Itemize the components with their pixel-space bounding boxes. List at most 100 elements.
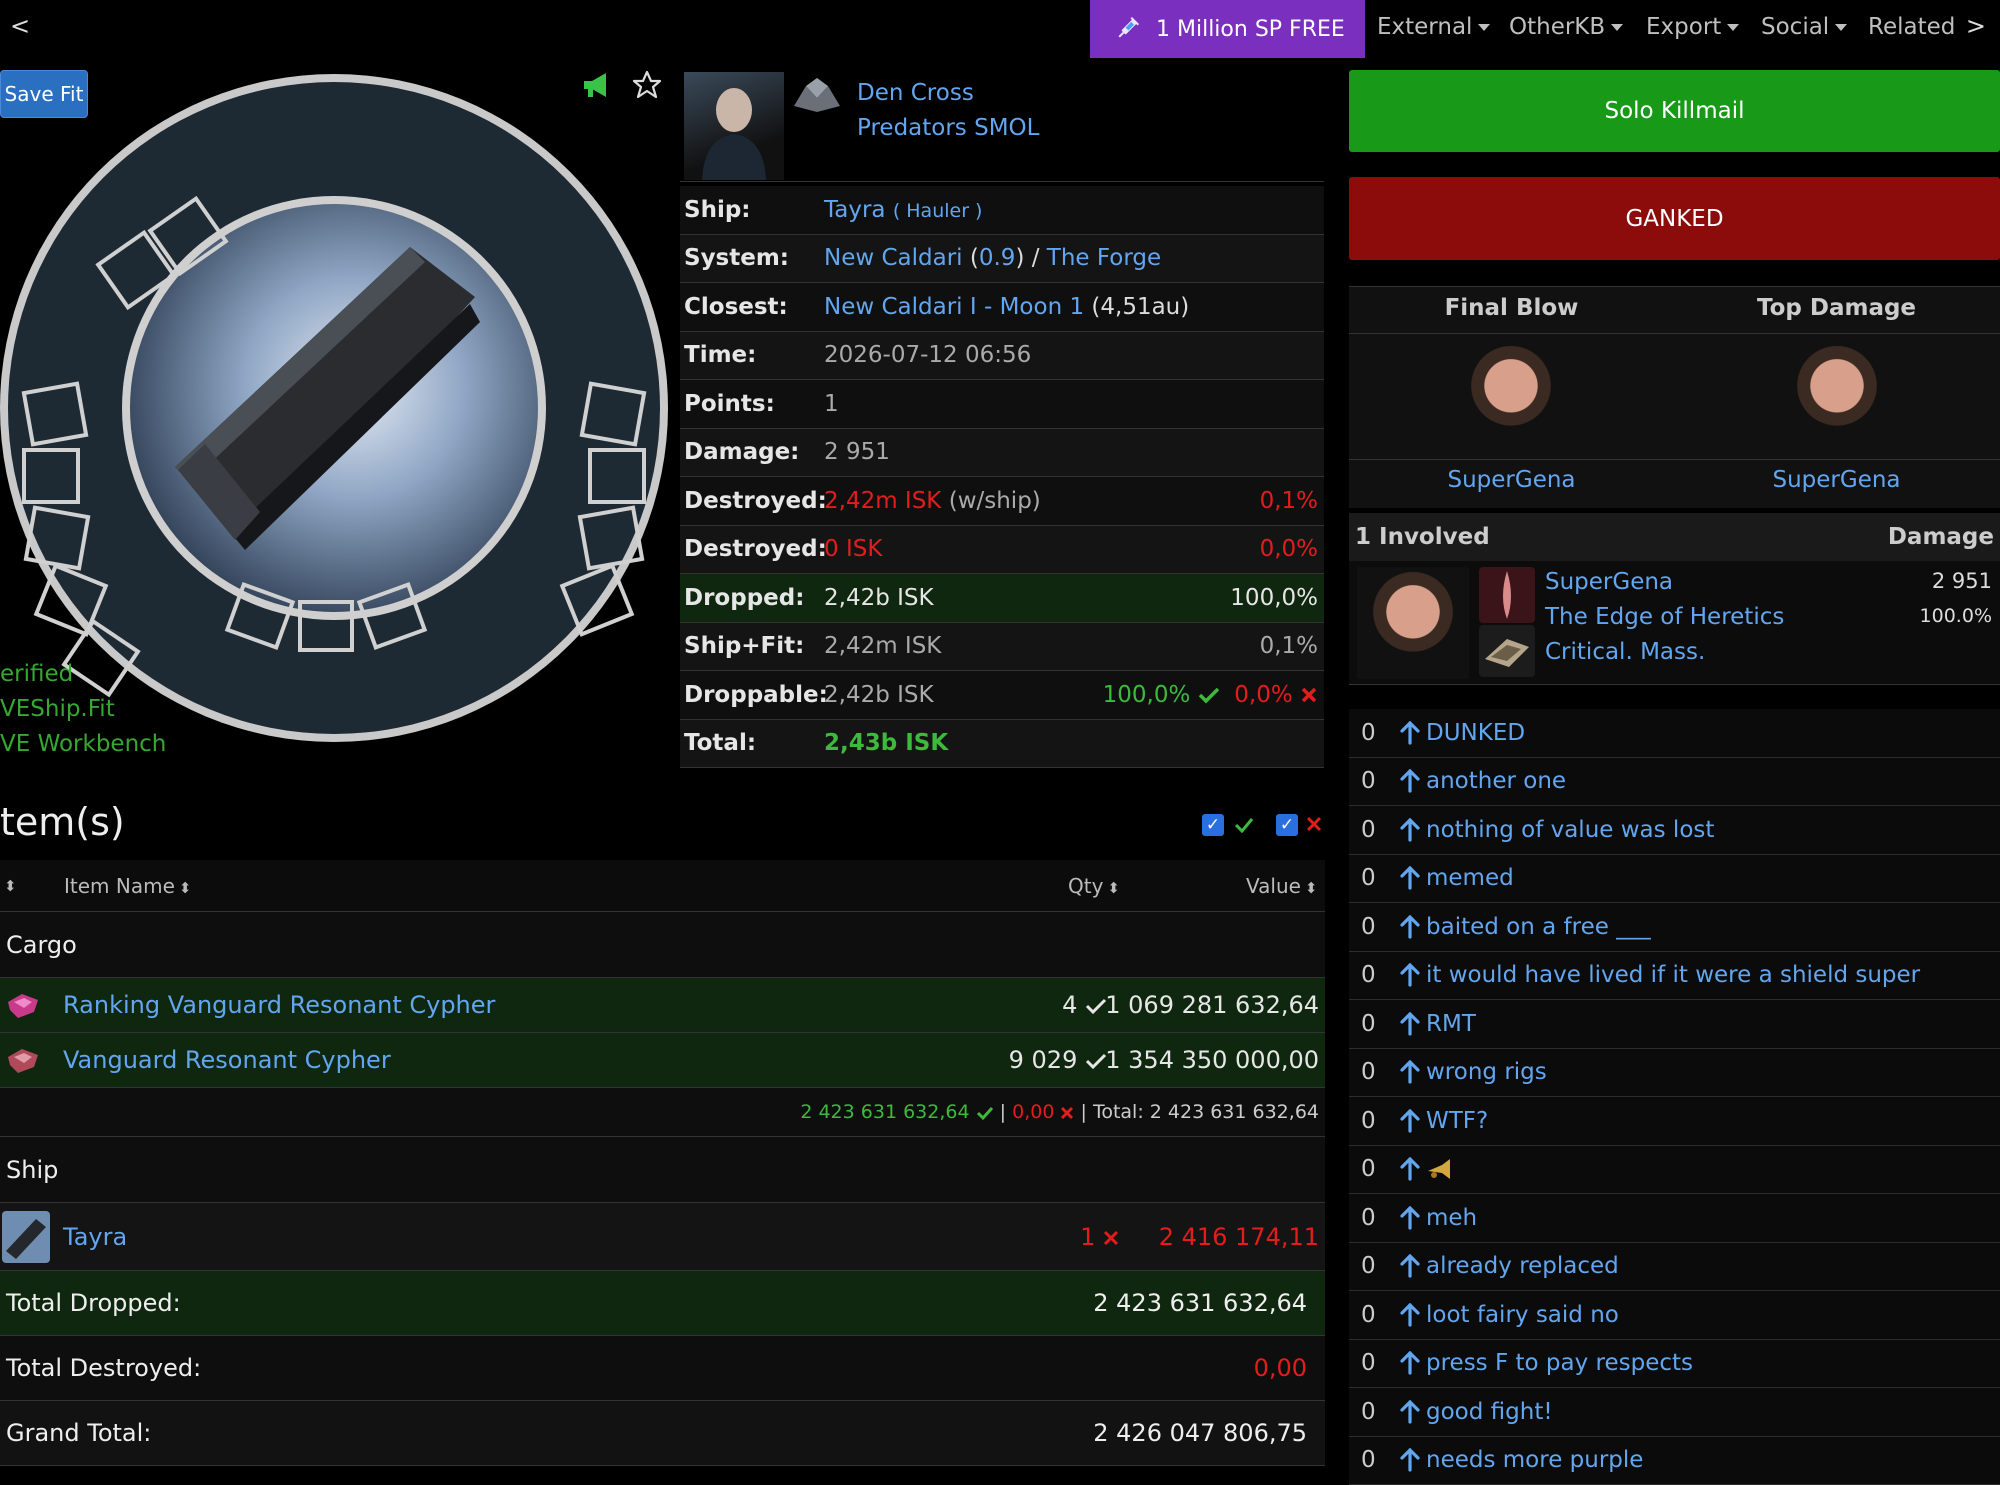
col-qty[interactable]: Qty ⬍: [1068, 874, 1120, 898]
comment-row[interactable]: 0 another one: [1349, 757, 2000, 806]
attacker-portrait[interactable]: [1357, 567, 1469, 679]
upvote-arrow-icon[interactable]: [1399, 1011, 1421, 1036]
nav-forward-button[interactable]: >: [1966, 12, 1986, 40]
upvote-arrow-icon[interactable]: [1399, 1157, 1421, 1181]
cypher-icon[interactable]: [4, 1045, 42, 1075]
upvote-arrow-icon[interactable]: [1399, 817, 1421, 842]
time-label: Time:: [684, 342, 757, 369]
sort-icon[interactable]: ⬍: [4, 877, 17, 895]
victim-corp-link[interactable]: Predators SMOL: [857, 115, 1039, 141]
ship-fitting-wheel: [0, 74, 668, 742]
cross-icon: [1103, 1230, 1119, 1245]
comment-row[interactable]: 0 needs more purple: [1349, 1436, 2000, 1485]
nav-related[interactable]: Related: [1868, 14, 1955, 40]
eveship-fit-link[interactable]: VEShip.Fit: [0, 696, 115, 722]
comment-row[interactable]: 0 wrong rigs: [1349, 1048, 2000, 1097]
region-link[interactable]: The Forge: [1047, 245, 1161, 271]
attacker-ship-icon[interactable]: [1479, 625, 1535, 677]
comment-row[interactable]: 0: [1349, 1145, 2000, 1194]
sort-icon: ⬍: [1304, 878, 1318, 897]
ship-link[interactable]: Tayra: [824, 197, 886, 223]
check-icon: [1234, 818, 1254, 834]
upvote-arrow-icon[interactable]: [1399, 1108, 1421, 1133]
upvote-arrow-icon[interactable]: [1399, 963, 1421, 987]
comment-row[interactable]: 0 WTF?: [1349, 1097, 2000, 1146]
attacker-corp-link[interactable]: The Edge of Heretics: [1545, 604, 1784, 630]
save-fit-button[interactable]: Save Fit: [0, 70, 88, 118]
verified-link[interactable]: erified: [0, 661, 73, 687]
comment-row[interactable]: 0 loot fairy said no: [1349, 1291, 2000, 1340]
attacker-row: SuperGena The Edge of Heretics Critical.…: [1349, 561, 2000, 685]
corp-logo-icon[interactable]: [792, 76, 842, 116]
ship-icon[interactable]: [2, 1210, 50, 1263]
time-value: 2026-07-12 06:56: [824, 342, 1032, 369]
cypher-icon[interactable]: [4, 990, 42, 1020]
upvote-arrow-icon[interactable]: [1399, 1399, 1421, 1424]
sort-icon: ⬍: [1107, 878, 1120, 897]
vote-count: 0: [1361, 1204, 1376, 1231]
show-dropped-checkbox[interactable]: ✓: [1202, 814, 1224, 836]
upvote-arrow-icon[interactable]: [1399, 1448, 1421, 1472]
upvote-arrow-icon[interactable]: [1399, 720, 1421, 745]
comment-row[interactable]: 0 memed: [1349, 854, 2000, 903]
col-value[interactable]: Value ⬍: [1246, 874, 1318, 898]
attacker-pilot-link[interactable]: SuperGena: [1545, 569, 1673, 595]
top-damage-portrait[interactable]: [1781, 341, 1893, 453]
upvote-arrow-icon[interactable]: [1399, 1351, 1421, 1375]
upvote-arrow-icon[interactable]: [1399, 769, 1421, 793]
total-dropped-label: Total Dropped:: [6, 1289, 181, 1317]
comment-row[interactable]: 0 already replaced: [1349, 1242, 2000, 1291]
comment-row[interactable]: 0 press F to pay respects: [1349, 1339, 2000, 1388]
final-blow-portrait[interactable]: [1455, 341, 1567, 453]
comment-row[interactable]: 0 RMT: [1349, 1000, 2000, 1049]
nav-related-label: Related: [1868, 14, 1956, 40]
nav-social[interactable]: Social: [1761, 14, 1848, 40]
item-row: Ranking Vanguard Resonant Cypher 4 1 069…: [0, 978, 1325, 1033]
comment-row[interactable]: 0 good fight!: [1349, 1388, 2000, 1437]
attacker-alliance-link[interactable]: Critical. Mass.: [1545, 639, 1705, 665]
comment-row[interactable]: 0 baited on a free ___: [1349, 903, 2000, 952]
ship-class-link[interactable]: ( Hauler ): [893, 200, 983, 222]
victim-pilot-link[interactable]: Den Cross: [857, 80, 974, 106]
comment-row[interactable]: 0 it would have lived if it were a shield…: [1349, 951, 2000, 1000]
comment-text: another one: [1426, 768, 1567, 795]
col-item-name[interactable]: Item Name ⬍: [64, 874, 191, 898]
eve-workbench-link[interactable]: VE Workbench: [0, 731, 166, 757]
pilot-portrait-image: [702, 88, 766, 180]
megaphone-icon[interactable]: [582, 70, 612, 100]
upvote-arrow-icon[interactable]: [1399, 1205, 1421, 1230]
comment-text: press F to pay respects: [1426, 1350, 1694, 1377]
final-blow-pilot-link[interactable]: SuperGena: [1349, 467, 1674, 493]
info-row-droppable: Droppable: 2,42b ISK 100,0% 0,0%: [680, 671, 1324, 720]
ship-group-label: Ship: [6, 1155, 59, 1184]
nav-external[interactable]: External: [1377, 14, 1491, 40]
check-icon: [1085, 998, 1107, 1015]
ganked-badge[interactable]: GANKED: [1349, 177, 2000, 260]
info-row-time: Time: 2026-07-12 06:56: [680, 331, 1324, 380]
item-link[interactable]: Vanguard Resonant Cypher: [63, 1046, 391, 1074]
item-link[interactable]: Tayra: [63, 1223, 127, 1251]
nav-back-button[interactable]: <: [10, 12, 30, 40]
show-destroyed-checkbox[interactable]: ✓: [1276, 814, 1298, 836]
victim-portrait[interactable]: [684, 72, 784, 180]
promo-button[interactable]: 1 Million SP FREE: [1090, 0, 1365, 58]
solo-killmail-badge[interactable]: Solo Killmail: [1349, 70, 2000, 152]
involved-count: 1 Involved: [1355, 524, 1490, 550]
attacker-corp-logo[interactable]: [1479, 567, 1535, 623]
system-link[interactable]: New Caldari: [824, 245, 963, 271]
comment-row[interactable]: 0 meh: [1349, 1194, 2000, 1243]
star-icon[interactable]: [632, 70, 662, 100]
comment-row[interactable]: 0 DUNKED: [1349, 709, 2000, 758]
nav-export[interactable]: Export: [1646, 14, 1740, 40]
syringe-icon: [1118, 16, 1140, 38]
upvote-arrow-icon[interactable]: [1399, 1254, 1421, 1278]
upvote-arrow-icon[interactable]: [1399, 1302, 1421, 1327]
upvote-arrow-icon[interactable]: [1399, 914, 1421, 939]
item-link[interactable]: Ranking Vanguard Resonant Cypher: [63, 991, 495, 1019]
upvote-arrow-icon[interactable]: [1399, 1060, 1421, 1084]
closest-link[interactable]: New Caldari I - Moon 1: [824, 294, 1084, 320]
comment-row[interactable]: 0 nothing of value was lost: [1349, 806, 2000, 855]
upvote-arrow-icon[interactable]: [1399, 866, 1421, 890]
top-damage-pilot-link[interactable]: SuperGena: [1674, 467, 1999, 493]
nav-otherkb[interactable]: OtherKB: [1509, 14, 1624, 40]
